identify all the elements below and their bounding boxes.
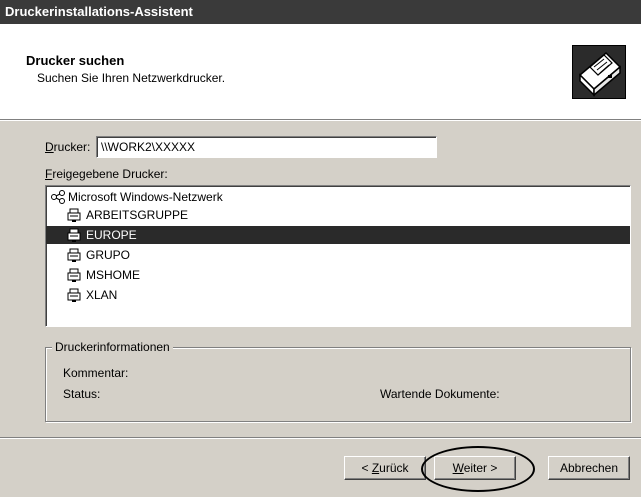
window-title-bar[interactable]: Druckerinstallations-Assistent <box>0 0 641 24</box>
printer-icon <box>572 45 626 99</box>
cancel-button[interactable]: Abbrechen <box>548 456 630 480</box>
workgroup-icon <box>67 248 81 262</box>
tree-item-label: GRUPO <box>86 248 131 262</box>
shared-printers-label: Freigegebene Drucker: <box>45 167 168 181</box>
waiting-docs-label: Wartende Dokumente: <box>380 387 500 401</box>
page-subtitle: Suchen Sie Ihren Netzwerkdrucker. <box>37 71 226 85</box>
tree-item-xlan[interactable]: XLAN <box>46 286 630 304</box>
tree-item-label: EUROPE <box>86 228 137 242</box>
tree-root-label: Microsoft Windows-Netzwerk <box>68 190 223 204</box>
tree-item-label: MSHOME <box>86 268 140 282</box>
tree-item-label: ARBEITSGRUPPE <box>86 208 189 222</box>
tree-item-mshome[interactable]: MSHOME <box>46 266 630 284</box>
network-icon <box>51 190 65 204</box>
printer-info-legend: Druckerinformationen <box>52 340 173 354</box>
tree-item-europe[interactable]: EUROPE <box>46 226 630 244</box>
page-title: Drucker suchen <box>26 53 125 68</box>
status-label: Status: <box>63 387 101 401</box>
comment-label: Kommentar: <box>63 366 129 380</box>
tree-root-network[interactable]: Microsoft Windows-Netzwerk <box>46 188 630 206</box>
workgroup-icon <box>67 228 81 242</box>
workgroup-icon <box>67 208 81 222</box>
workgroup-icon <box>67 288 81 302</box>
printer-input[interactable] <box>96 136 437 158</box>
highlight-ellipse <box>421 446 535 492</box>
tree-item-label: XLAN <box>86 288 118 302</box>
wizard-header: Drucker suchen Suchen Sie Ihren Netzwerk… <box>0 24 641 120</box>
tree-item-grupo[interactable]: GRUPO <box>46 246 630 264</box>
back-button[interactable]: < Zurück <box>344 456 426 480</box>
footer-separator <box>0 437 641 439</box>
shared-printers-tree[interactable]: Microsoft Windows-Netzwerk ARBEITSGRUPPE… <box>45 185 631 327</box>
tree-item-arbeitsgruppe[interactable]: ARBEITSGRUPPE <box>46 206 630 224</box>
window-title: Druckerinstallations-Assistent <box>5 4 193 19</box>
printer-info-group <box>45 347 631 422</box>
workgroup-icon <box>67 268 81 282</box>
printer-label: Drucker: <box>45 140 91 154</box>
